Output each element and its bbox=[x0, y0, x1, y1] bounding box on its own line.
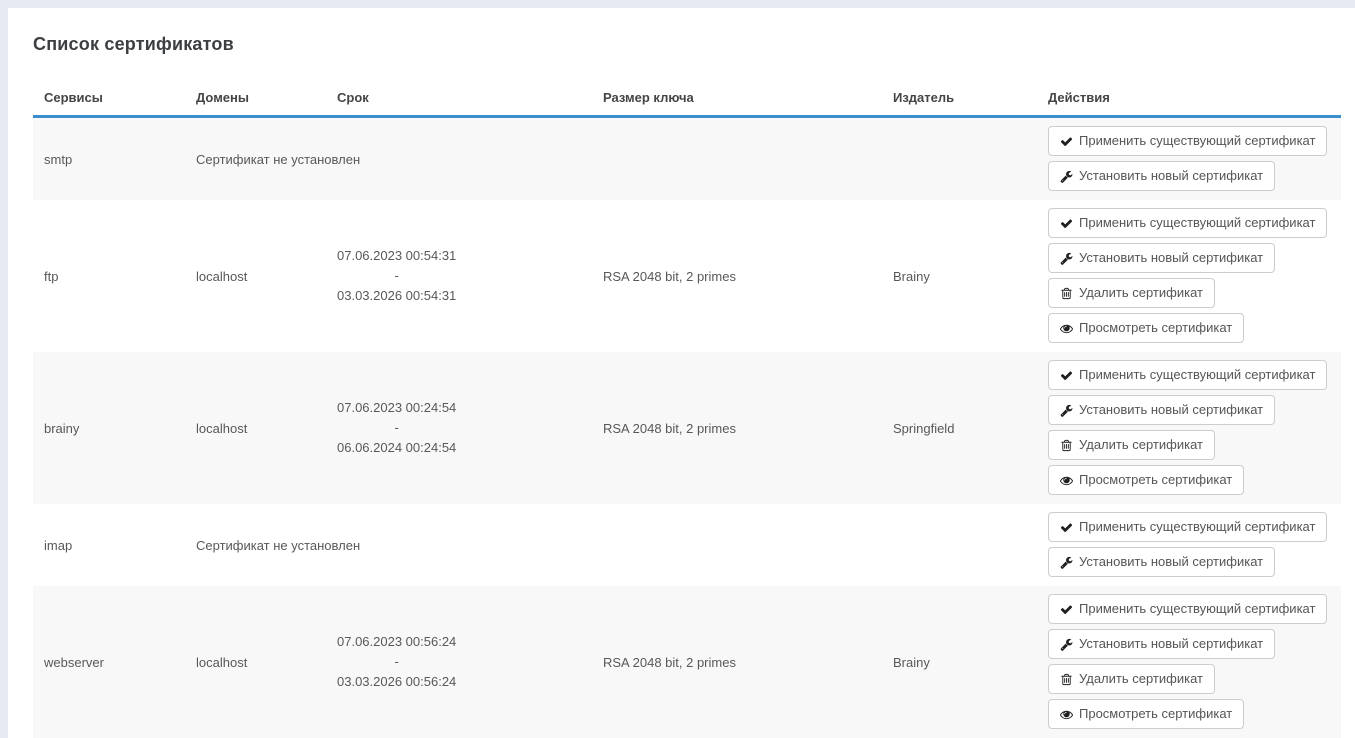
action-button-label: Просмотреть сертификат bbox=[1079, 320, 1232, 336]
table-row-imap: imapСертификат не установлен Применить су… bbox=[33, 504, 1341, 586]
certificate-validity-period: 07.06.2023 00:56:24-03.03.2026 00:56:24 bbox=[337, 632, 456, 692]
key-size-cell bbox=[592, 117, 882, 201]
check-icon bbox=[1060, 521, 1073, 534]
trash-icon bbox=[1060, 287, 1073, 300]
key-size-cell: RSA 2048 bit, 2 primes bbox=[592, 352, 882, 504]
install-new-certificate-button[interactable]: Установить новый сертификат bbox=[1048, 629, 1275, 659]
action-button-label: Установить новый сертификат bbox=[1079, 554, 1263, 570]
wrench-icon bbox=[1060, 252, 1073, 265]
actions-cell: Применить существующий сертификат Установ… bbox=[1037, 504, 1341, 586]
table-row-ftp: ftplocalhost07.06.2023 00:54:31-03.03.20… bbox=[33, 200, 1341, 352]
action-button-label: Применить существующий сертификат bbox=[1079, 133, 1315, 149]
action-button-label: Удалить сертификат bbox=[1079, 285, 1203, 301]
service-cell: ftp bbox=[33, 200, 185, 352]
action-button-label: Установить новый сертификат bbox=[1079, 402, 1263, 418]
column-header-actions: Действия bbox=[1037, 82, 1341, 117]
key-size-cell: RSA 2048 bit, 2 primes bbox=[592, 586, 882, 738]
actions-cell: Применить существующий сертификат Установ… bbox=[1037, 586, 1341, 738]
check-icon bbox=[1060, 603, 1073, 616]
certificates-panel: Список сертификатов СервисыДоменыСрокРаз… bbox=[8, 8, 1355, 738]
action-button-label: Установить новый сертификат bbox=[1079, 250, 1263, 266]
apply-existing-certificate-button[interactable]: Применить существующий сертификат bbox=[1048, 208, 1327, 238]
service-cell: webserver bbox=[33, 586, 185, 738]
delete-certificate-button[interactable]: Удалить сертификат bbox=[1048, 278, 1215, 308]
service-cell: smtp bbox=[33, 117, 185, 201]
column-header-key-size: Размер ключа bbox=[592, 82, 882, 117]
key-size-cell bbox=[592, 504, 882, 586]
wrench-icon bbox=[1060, 556, 1073, 569]
action-button-label: Просмотреть сертификат bbox=[1079, 706, 1232, 722]
domains-cell: localhost bbox=[185, 586, 326, 738]
table-row-webserver: webserverlocalhost07.06.2023 00:56:24-03… bbox=[33, 586, 1341, 738]
actions-cell: Применить существующий сертификат Установ… bbox=[1037, 352, 1341, 504]
action-button-label: Применить существующий сертификат bbox=[1079, 519, 1315, 535]
action-button-label: Просмотреть сертификат bbox=[1079, 472, 1232, 488]
check-icon bbox=[1060, 135, 1073, 148]
term-cell: 07.06.2023 00:54:31-03.03.2026 00:54:31 bbox=[326, 200, 592, 352]
certificate-not-installed-message: Сертификат не установлен bbox=[185, 504, 592, 586]
term-cell: 07.06.2023 00:24:54-06.06.2024 00:24:54 bbox=[326, 352, 592, 504]
install-new-certificate-button[interactable]: Установить новый сертификат bbox=[1048, 547, 1275, 577]
eye-icon bbox=[1060, 322, 1073, 335]
column-header-domains: Домены bbox=[185, 82, 326, 117]
apply-existing-certificate-button[interactable]: Применить существующий сертификат bbox=[1048, 512, 1327, 542]
key-size-cell: RSA 2048 bit, 2 primes bbox=[592, 200, 882, 352]
trash-icon bbox=[1060, 673, 1073, 686]
issuer-cell: Brainy bbox=[882, 586, 1037, 738]
page-title: Список сертификатов bbox=[33, 34, 1341, 55]
issuer-cell bbox=[882, 504, 1037, 586]
action-button-label: Установить новый сертификат bbox=[1079, 168, 1263, 184]
install-new-certificate-button[interactable]: Установить новый сертификат bbox=[1048, 161, 1275, 191]
table-header-row: СервисыДоменыСрокРазмер ключаИздательДей… bbox=[33, 82, 1341, 117]
view-certificate-button[interactable]: Просмотреть сертификат bbox=[1048, 465, 1244, 495]
column-header-term: Срок bbox=[326, 82, 592, 117]
trash-icon bbox=[1060, 439, 1073, 452]
action-button-label: Удалить сертификат bbox=[1079, 437, 1203, 453]
action-button-label: Применить существующий сертификат bbox=[1079, 601, 1315, 617]
issuer-cell bbox=[882, 117, 1037, 201]
domains-cell: localhost bbox=[185, 200, 326, 352]
column-header-issuer: Издатель bbox=[882, 82, 1037, 117]
certificate-validity-period: 07.06.2023 00:54:31-03.03.2026 00:54:31 bbox=[337, 246, 456, 306]
action-button-label: Применить существующий сертификат bbox=[1079, 367, 1315, 383]
wrench-icon bbox=[1060, 638, 1073, 651]
view-certificate-button[interactable]: Просмотреть сертификат bbox=[1048, 313, 1244, 343]
eye-icon bbox=[1060, 708, 1073, 721]
eye-icon bbox=[1060, 474, 1073, 487]
wrench-icon bbox=[1060, 404, 1073, 417]
check-icon bbox=[1060, 217, 1073, 230]
certificate-not-installed-message: Сертификат не установлен bbox=[185, 117, 592, 201]
wrench-icon bbox=[1060, 170, 1073, 183]
apply-existing-certificate-button[interactable]: Применить существующий сертификат bbox=[1048, 360, 1327, 390]
certificate-validity-period: 07.06.2023 00:24:54-06.06.2024 00:24:54 bbox=[337, 398, 456, 458]
apply-existing-certificate-button[interactable]: Применить существующий сертификат bbox=[1048, 594, 1327, 624]
service-cell: imap bbox=[33, 504, 185, 586]
action-button-label: Удалить сертификат bbox=[1079, 671, 1203, 687]
certificates-table: СервисыДоменыСрокРазмер ключаИздательДей… bbox=[33, 82, 1341, 738]
delete-certificate-button[interactable]: Удалить сертификат bbox=[1048, 430, 1215, 460]
check-icon bbox=[1060, 369, 1073, 382]
actions-cell: Применить существующий сертификат Установ… bbox=[1037, 200, 1341, 352]
actions-cell: Применить существующий сертификат Установ… bbox=[1037, 117, 1341, 201]
issuer-cell: Springfield bbox=[882, 352, 1037, 504]
apply-existing-certificate-button[interactable]: Применить существующий сертификат bbox=[1048, 126, 1327, 156]
service-cell: brainy bbox=[33, 352, 185, 504]
column-header-service: Сервисы bbox=[33, 82, 185, 117]
action-button-label: Применить существующий сертификат bbox=[1079, 215, 1315, 231]
issuer-cell: Brainy bbox=[882, 200, 1037, 352]
domains-cell: localhost bbox=[185, 352, 326, 504]
table-row-smtp: smtpСертификат не установлен Применить су… bbox=[33, 117, 1341, 201]
table-row-brainy: brainylocalhost07.06.2023 00:24:54-06.06… bbox=[33, 352, 1341, 504]
install-new-certificate-button[interactable]: Установить новый сертификат bbox=[1048, 395, 1275, 425]
term-cell: 07.06.2023 00:56:24-03.03.2026 00:56:24 bbox=[326, 586, 592, 738]
action-button-label: Установить новый сертификат bbox=[1079, 636, 1263, 652]
install-new-certificate-button[interactable]: Установить новый сертификат bbox=[1048, 243, 1275, 273]
delete-certificate-button[interactable]: Удалить сертификат bbox=[1048, 664, 1215, 694]
view-certificate-button[interactable]: Просмотреть сертификат bbox=[1048, 699, 1244, 729]
